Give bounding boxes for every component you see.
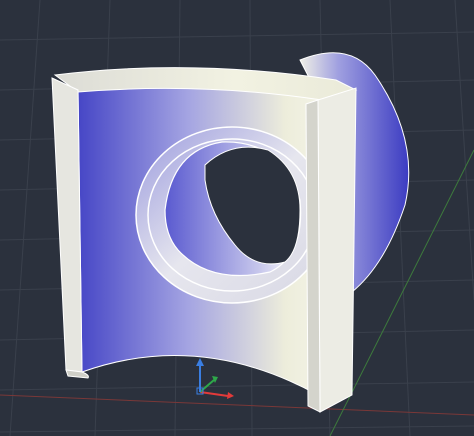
ucs-icon[interactable] (196, 358, 234, 399)
ucs-x-arrow-icon (227, 392, 234, 399)
left-cut-face (51, 77, 83, 373)
right-cut-face (317, 87, 357, 413)
3d-viewport[interactable] (0, 0, 474, 436)
part-model[interactable] (51, 52, 410, 413)
ucs-x-axis (199, 391, 229, 397)
ucs-z-arrow-icon (196, 358, 204, 366)
grid-x-axis (0, 394, 474, 416)
right-cut-front (305, 99, 321, 413)
